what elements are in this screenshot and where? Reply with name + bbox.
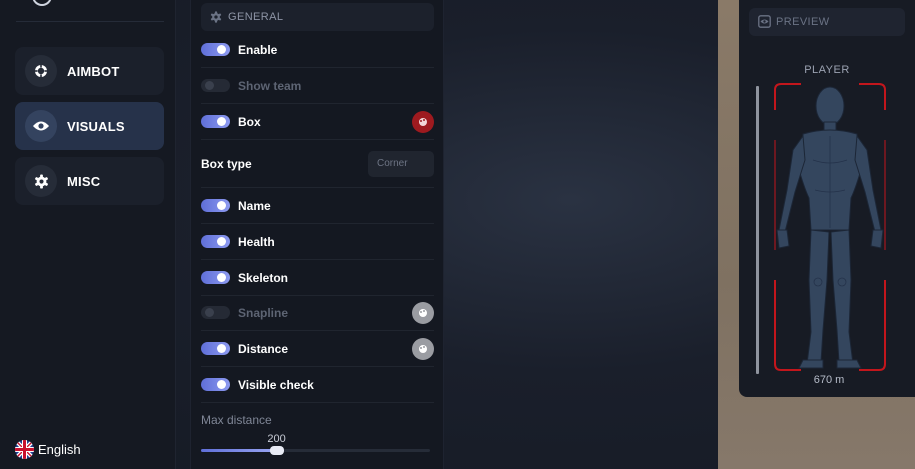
show-team-toggle[interactable] (201, 79, 230, 92)
sidebar-item-aimbot[interactable]: AIMBOT (15, 47, 164, 95)
setting-label: Health (238, 234, 275, 249)
distance-color-picker[interactable] (412, 337, 434, 360)
section-header-general: GENERAL (201, 3, 434, 31)
setting-label: Distance (238, 341, 289, 356)
setting-label: Skeleton (238, 270, 289, 285)
setting-label: Visible check (238, 377, 314, 392)
slider-thumb[interactable] (269, 446, 284, 455)
gear-icon (25, 165, 57, 197)
setting-label: Name (238, 198, 271, 213)
setting-label: Box (238, 114, 261, 129)
setting-row-show-team: Show team (201, 68, 434, 104)
sidebar: AIMBOT VISUALS MISC English (0, 0, 176, 469)
box-type-select[interactable]: Corner (368, 150, 434, 177)
max-distance-value: 200 (267, 433, 286, 445)
preview-title: PREVIEW (776, 16, 830, 28)
player-distance-label: 670 m (813, 374, 845, 386)
setting-label: Box type (201, 156, 252, 171)
player-model (774, 83, 886, 371)
palette-icon (418, 112, 428, 131)
preview-panel: PREVIEW PLAYER 670 m (739, 0, 915, 397)
sidebar-item-label: MISC (67, 173, 101, 189)
sidebar-item-visuals[interactable]: VISUALS (15, 102, 164, 150)
crosshair-icon (25, 55, 57, 87)
enable-toggle[interactable] (201, 43, 230, 56)
sidebar-item-misc[interactable]: MISC (15, 157, 164, 205)
logo-icon (32, 0, 52, 6)
distance-toggle[interactable] (201, 342, 230, 355)
setting-row-health: Health (201, 224, 434, 260)
setting-row-box: Box (201, 104, 434, 140)
palette-icon (418, 303, 428, 322)
setting-row-skeleton: Skeleton (201, 260, 434, 296)
setting-row-name: Name (201, 188, 434, 224)
skeleton-toggle[interactable] (201, 271, 230, 284)
snapline-toggle[interactable] (201, 306, 230, 319)
box-color-picker[interactable] (412, 110, 434, 133)
sidebar-divider (16, 21, 164, 22)
sidebar-item-label: AIMBOT (67, 63, 120, 79)
name-toggle[interactable] (201, 199, 230, 212)
box-toggle[interactable] (201, 115, 230, 128)
setting-row-box-type: Box type Corner (201, 140, 434, 188)
sidebar-item-label: VISUALS (67, 118, 125, 134)
preview-icon (758, 13, 771, 32)
setting-label: Show team (238, 78, 302, 93)
setting-row-enable: Enable (201, 32, 434, 68)
setting-label: Snapline (238, 305, 289, 320)
slider-fill (201, 449, 277, 452)
visuals-settings-panel: GENERAL Enable Show team Box Box type Co… (190, 0, 444, 469)
setting-row-snapline: Snapline (201, 295, 434, 331)
health-toggle[interactable] (201, 235, 230, 248)
visible-check-toggle[interactable] (201, 378, 230, 391)
gear-icon (210, 8, 222, 27)
max-distance-label: Max distance (201, 413, 272, 427)
uk-flag-icon (15, 440, 34, 459)
health-bar (756, 86, 759, 374)
player-name-label: PLAYER (804, 64, 850, 76)
preview-header: PREVIEW (749, 8, 905, 36)
snapline-color-picker[interactable] (412, 301, 434, 324)
palette-icon (418, 339, 428, 358)
max-distance-slider[interactable] (201, 446, 430, 455)
section-title: GENERAL (228, 11, 284, 23)
eye-icon (25, 110, 57, 142)
setting-row-visible-check: Visible check (201, 367, 434, 403)
setting-row-distance: Distance (201, 331, 434, 367)
language-label: English (38, 442, 81, 457)
language-selector[interactable]: English (15, 440, 81, 459)
setting-label: Enable (238, 42, 278, 57)
